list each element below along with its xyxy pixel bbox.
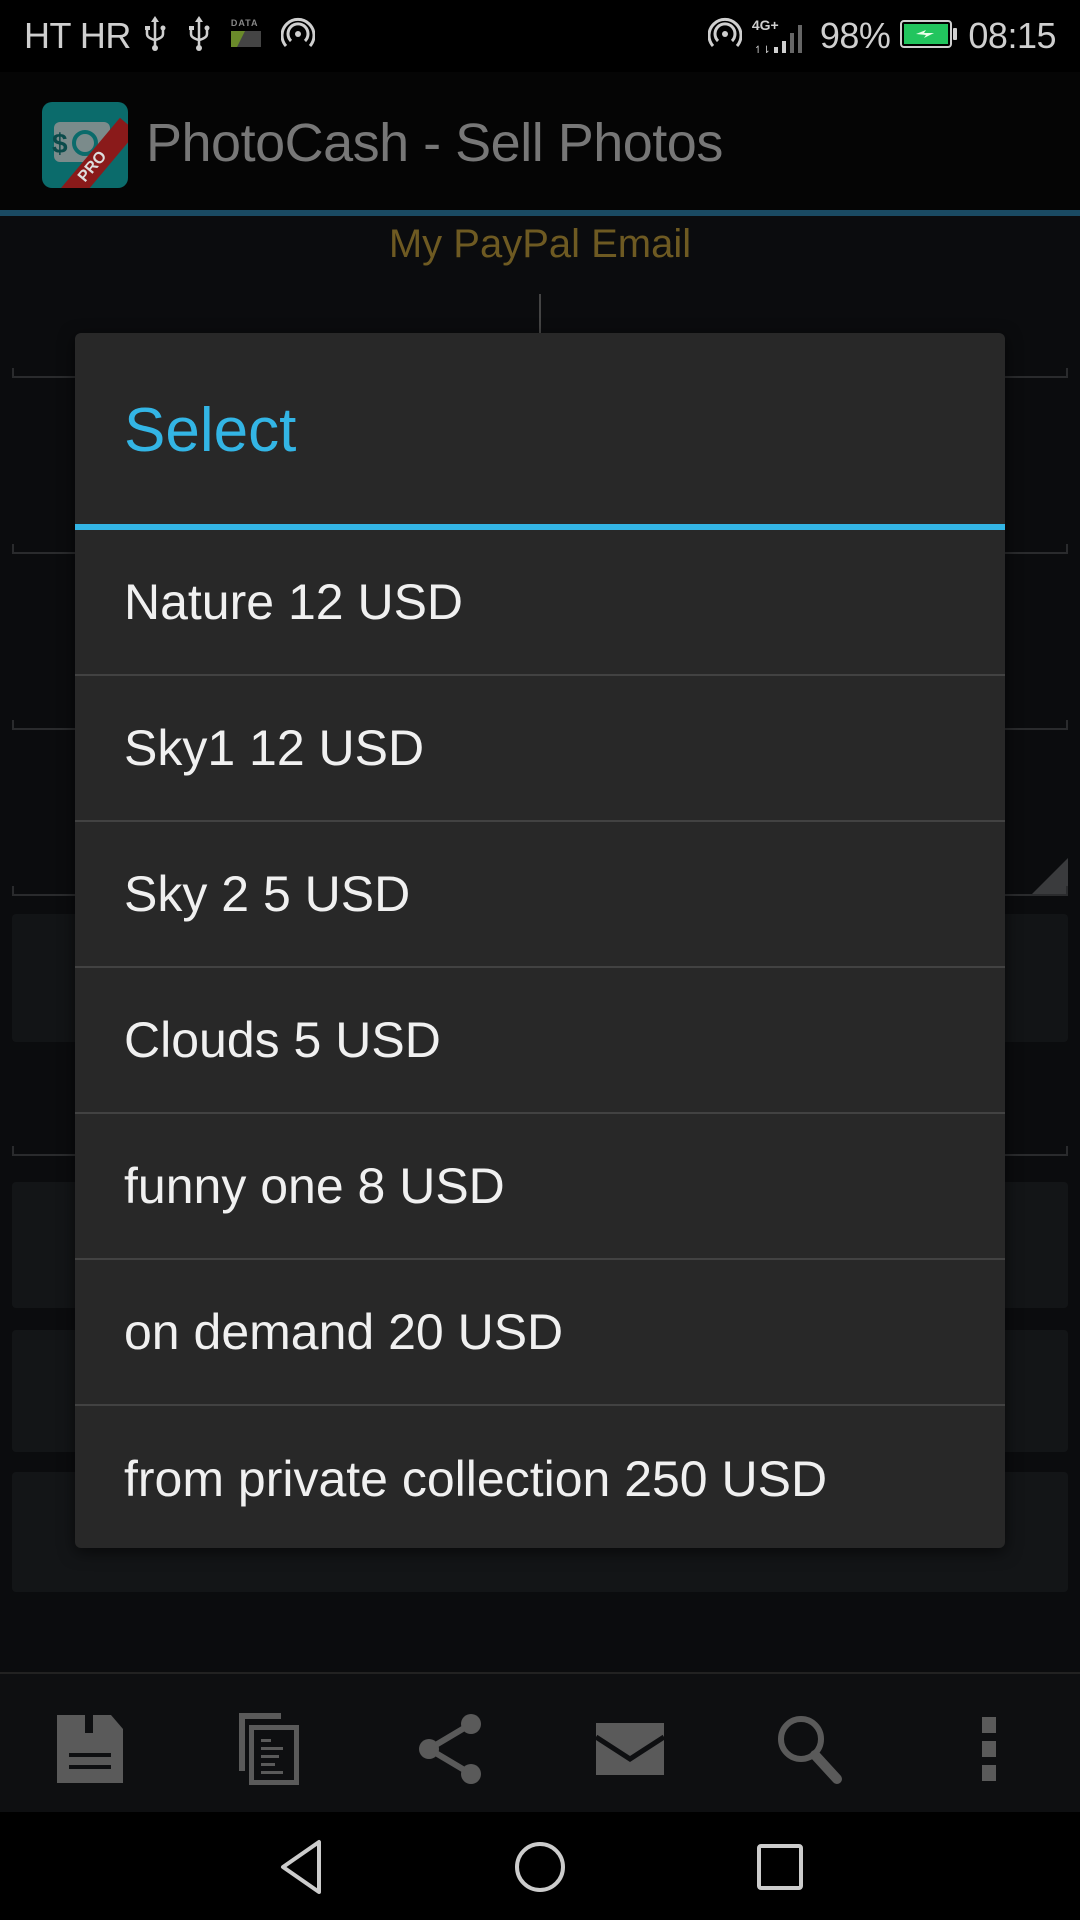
hotspot-icon — [707, 17, 743, 56]
home-icon — [515, 1842, 565, 1892]
dialog-option[interactable]: funny one 8 USD — [75, 1114, 1005, 1260]
recents-button[interactable] — [740, 1832, 820, 1902]
dialog-option[interactable]: Clouds 5 USD — [75, 968, 1005, 1114]
svg-text:↿⇂: ↿⇂ — [754, 45, 771, 55]
recents-icon — [757, 1844, 803, 1890]
battery-icon — [900, 19, 958, 54]
usb-icon — [143, 15, 167, 57]
select-dialog: Select Nature 12 USD Sky1 12 USD Sky 2 5… — [75, 333, 1005, 1548]
back-icon — [281, 1840, 321, 1894]
data-icon: DATA — [230, 18, 263, 54]
data-badge-label: DATA — [230, 18, 259, 28]
dialog-option[interactable]: Sky 2 5 USD — [75, 822, 1005, 968]
back-button[interactable] — [262, 1832, 342, 1902]
dialog-option[interactable]: on demand 20 USD — [75, 1260, 1005, 1406]
dialog-option[interactable]: Sky1 12 USD — [75, 676, 1005, 822]
home-button[interactable] — [500, 1832, 580, 1902]
navigation-bar — [0, 1812, 1080, 1920]
dialog-option[interactable]: from private collection 250 USD — [75, 1406, 1005, 1548]
carrier-label: HT HR — [24, 15, 131, 56]
battery-percent: 98% — [819, 15, 891, 56]
clock: 08:15 — [968, 15, 1056, 56]
signal-icon: 4G+ ↿⇂ — [752, 17, 810, 55]
dialog-option-list: Nature 12 USD Sky1 12 USD Sky 2 5 USD Cl… — [75, 530, 1005, 1548]
dialog-title: Select — [124, 396, 297, 465]
status-bar: HT HR DATA 4G+ ↿⇂ 98% 08:15 — [0, 0, 1080, 72]
hotspot-icon — [280, 17, 316, 56]
dialog-option[interactable]: Nature 12 USD — [75, 530, 1005, 676]
usb-icon — [187, 15, 211, 57]
